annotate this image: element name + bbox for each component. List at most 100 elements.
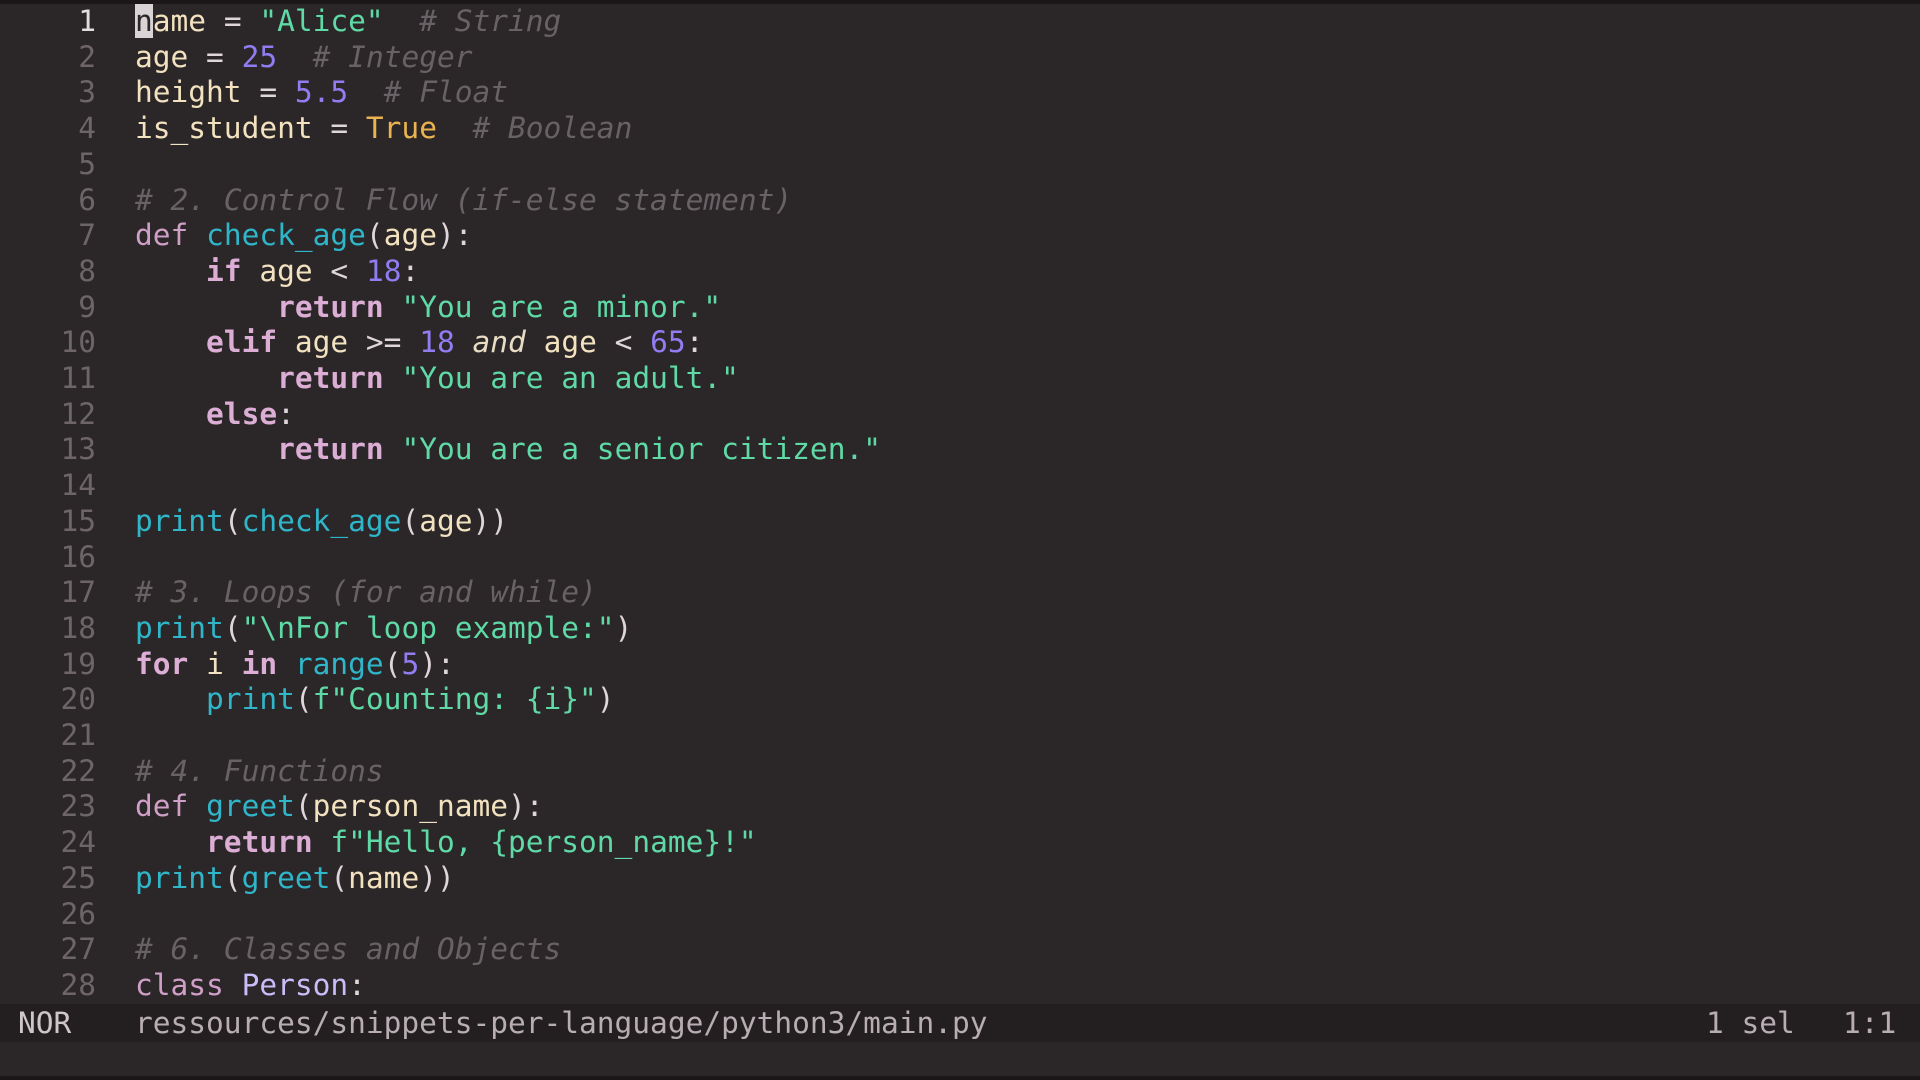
code-line[interactable]: 21: [0, 718, 1920, 754]
code-line[interactable]: 25 print(greet(name)): [0, 861, 1920, 897]
code-line[interactable]: 28 class Person:: [0, 968, 1920, 1004]
code-line[interactable]: 16: [0, 540, 1920, 576]
code-token: check_age: [241, 503, 402, 538]
line-number: 23: [60, 789, 96, 824]
line-text[interactable]: print("\nFor loop example:"): [135, 611, 632, 647]
line-text[interactable]: height = 5.5 # Float: [135, 75, 508, 111]
code-token: 18: [365, 253, 402, 288]
line-text[interactable]: return "You are a minor.": [135, 290, 721, 326]
command-line[interactable]: [0, 1042, 1920, 1080]
line-text[interactable]: print(check_age(age)): [135, 504, 508, 540]
code-token: age: [419, 503, 473, 538]
code-token: # Integer: [312, 39, 473, 74]
code-token: "You are a senior citizen.": [401, 432, 881, 467]
code-token: age: [543, 325, 597, 360]
line-text[interactable]: for i in range(5):: [135, 647, 455, 683]
code-line[interactable]: 27 # 6. Classes and Objects: [0, 932, 1920, 968]
code-token: For loop example:": [294, 610, 615, 645]
code-line[interactable]: 2 age = 25 # Integer: [0, 40, 1920, 76]
code-line[interactable]: 8 if age < 18:: [0, 254, 1920, 290]
code-token: for: [135, 646, 189, 681]
code-line[interactable]: 7 def check_age(age):: [0, 218, 1920, 254]
code-token: "Alice": [259, 4, 384, 38]
line-text[interactable]: is_student = True # Boolean: [135, 111, 632, 147]
code-token: person_name: [312, 789, 509, 824]
code-line[interactable]: 17 # 3. Loops (for and while): [0, 575, 1920, 611]
code-token: # Boolean: [472, 111, 633, 146]
code-token: else: [206, 396, 278, 431]
line-text[interactable]: class Person:: [135, 968, 366, 1004]
code-token: # 3. Loops (for and while): [135, 575, 597, 610]
code-token: (: [330, 860, 349, 895]
code-token: # 2. Control Flow (if-else statement): [135, 182, 793, 217]
line-text[interactable]: if age < 18:: [135, 254, 419, 290]
code-token: age: [383, 218, 437, 253]
code-token: :: [277, 396, 295, 431]
line-text[interactable]: print(greet(name)): [135, 861, 455, 897]
line-text[interactable]: return "You are a senior citizen.": [135, 432, 881, 468]
code-token: (: [294, 682, 313, 717]
code-token: ):: [508, 789, 544, 824]
code-line[interactable]: 1 name = "Alice" # String: [0, 4, 1920, 40]
line-text[interactable]: def check_age(age):: [135, 218, 473, 254]
mode-indicator: NOR: [18, 1006, 72, 1040]
line-text[interactable]: else:: [135, 397, 295, 433]
code-line[interactable]: 20 print(f"Counting: {i}"): [0, 682, 1920, 718]
code-line[interactable]: 23 def greet(person_name):: [0, 789, 1920, 825]
code-line[interactable]: 22 # 4. Functions: [0, 754, 1920, 790]
code-token: name: [348, 860, 420, 895]
line-text[interactable]: return f"Hello, {person_name}!": [135, 825, 757, 861]
line-text[interactable]: name = "Alice" # String: [135, 4, 561, 40]
line-number: 25: [60, 860, 96, 895]
selection-count: 1 sel: [1706, 1006, 1795, 1040]
code-token: greet: [206, 789, 295, 824]
line-text[interactable]: # 3. Loops (for and while): [135, 575, 597, 611]
line-text[interactable]: def greet(person_name):: [135, 789, 544, 825]
line-text[interactable]: print(f"Counting: {i}"): [135, 682, 615, 718]
code-line[interactable]: 5: [0, 147, 1920, 183]
code-token: check_age: [206, 218, 366, 253]
code-line[interactable]: 13 return "You are a senior citizen.": [0, 432, 1920, 468]
line-text[interactable]: elif age >= 18 and age < 65:: [135, 325, 703, 361]
code-line[interactable]: 10 elif age >= 18 and age < 65:: [0, 325, 1920, 361]
code-line[interactable]: 4 is_student = True # Boolean: [0, 111, 1920, 147]
code-token: "You are an adult.": [401, 361, 739, 395]
code-token: :: [685, 325, 704, 360]
code-line[interactable]: 26: [0, 897, 1920, 933]
code-token: ame: [152, 4, 207, 38]
code-line[interactable]: 14: [0, 468, 1920, 504]
line-text[interactable]: # 2. Control Flow (if-else statement): [135, 183, 792, 219]
code-line[interactable]: 3 height = 5.5 # Float: [0, 75, 1920, 111]
code-line[interactable]: 24 return f"Hello, {person_name}!": [0, 825, 1920, 861]
line-text[interactable]: age = 25 # Integer: [135, 40, 473, 76]
line-text[interactable]: # 6. Classes and Objects: [135, 932, 561, 968]
code-line[interactable]: 12 else:: [0, 397, 1920, 433]
code-line[interactable]: 18 print("\nFor loop example:"): [0, 611, 1920, 647]
code-line[interactable]: 15 print(check_age(age)): [0, 504, 1920, 540]
code-token: (: [223, 503, 242, 538]
code-line[interactable]: 11 return "You are an adult.": [0, 361, 1920, 397]
line-text[interactable]: return "You are an adult.": [135, 361, 739, 397]
line-text[interactable]: # 4. Functions: [135, 754, 384, 790]
code-line[interactable]: 9 return "You are a minor.": [0, 290, 1920, 326]
code-token: 5.5: [294, 75, 349, 110]
code-token: elif: [206, 325, 278, 360]
code-token: print: [206, 682, 295, 717]
line-number: 7: [78, 218, 96, 253]
code-line[interactable]: 6 # 2. Control Flow (if-else statement): [0, 183, 1920, 219]
code-line[interactable]: 19 for i in range(5):: [0, 647, 1920, 683]
code-editor[interactable]: 1 name = "Alice" # String 2 age = 25 # Inte…: [0, 4, 1920, 1004]
line-number: 27: [60, 932, 96, 967]
code-token: :: [348, 967, 366, 1002]
